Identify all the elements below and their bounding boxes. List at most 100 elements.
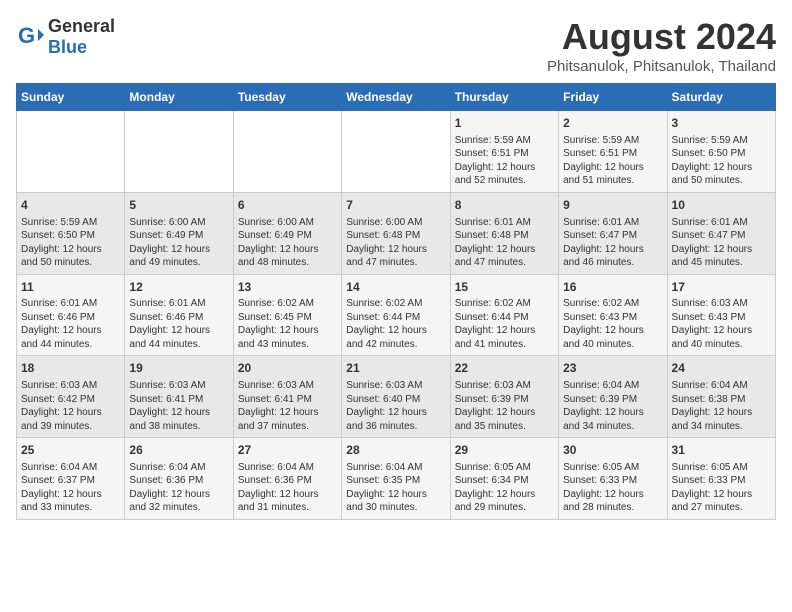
cell-content: Sunrise: 6:03 AM Sunset: 6:40 PM Dayligh… bbox=[346, 379, 445, 433]
calendar-cell: 17Sunrise: 6:03 AM Sunset: 6:43 PM Dayli… bbox=[667, 274, 775, 356]
cell-content: Sunrise: 5:59 AM Sunset: 6:50 PM Dayligh… bbox=[672, 134, 771, 188]
day-number: 20 bbox=[238, 360, 337, 377]
day-number: 19 bbox=[129, 360, 228, 377]
cell-content: Sunrise: 6:04 AM Sunset: 6:37 PM Dayligh… bbox=[21, 461, 120, 515]
calendar-cell: 24Sunrise: 6:04 AM Sunset: 6:38 PM Dayli… bbox=[667, 356, 775, 438]
cell-content: Sunrise: 6:03 AM Sunset: 6:41 PM Dayligh… bbox=[238, 379, 337, 433]
day-number: 26 bbox=[129, 442, 228, 459]
calendar-row-3: 18Sunrise: 6:03 AM Sunset: 6:42 PM Dayli… bbox=[17, 356, 776, 438]
title-area: August 2024 Phitsanulok, Phitsanulok, Th… bbox=[547, 16, 776, 75]
calendar-row-2: 11Sunrise: 6:01 AM Sunset: 6:46 PM Dayli… bbox=[17, 274, 776, 356]
calendar-cell: 30 Sunrise: 6:05 AM Sunset: 6:33 PM Dayli… bbox=[559, 438, 667, 520]
calendar-cell: 18Sunrise: 6:03 AM Sunset: 6:42 PM Dayli… bbox=[17, 356, 125, 438]
day-number: 13 bbox=[238, 279, 337, 296]
calendar-cell: 13Sunrise: 6:02 AM Sunset: 6:45 PM Dayli… bbox=[233, 274, 341, 356]
calendar-header-row: SundayMondayTuesdayWednesdayThursdayFrid… bbox=[17, 84, 776, 111]
cell-content: Sunrise: 6:05 AM Sunset: 6:33 PM Dayligh… bbox=[672, 461, 771, 515]
calendar-cell: 1 Sunrise: 5:59 AM Sunset: 6:51 PM Daylig… bbox=[450, 111, 558, 193]
column-header-monday: Monday bbox=[125, 84, 233, 111]
svg-text:G: G bbox=[18, 23, 35, 48]
calendar-cell: 2 Sunrise: 5:59 AM Sunset: 6:51 PM Daylig… bbox=[559, 111, 667, 193]
logo-text-general: General bbox=[48, 16, 115, 36]
day-number: 23 bbox=[563, 360, 662, 377]
calendar-row-4: 25 Sunrise: 6:04 AM Sunset: 6:37 PM Dayli… bbox=[17, 438, 776, 520]
column-header-friday: Friday bbox=[559, 84, 667, 111]
calendar-cell bbox=[17, 111, 125, 193]
cell-content: Sunrise: 5:59 AM Sunset: 6:51 PM Dayligh… bbox=[563, 134, 662, 188]
day-number: 30 bbox=[563, 442, 662, 459]
cell-content: Sunrise: 6:04 AM Sunset: 6:36 PM Dayligh… bbox=[238, 461, 337, 515]
day-number: 14 bbox=[346, 279, 445, 296]
calendar-cell: 3 Sunrise: 5:59 AM Sunset: 6:50 PM Daylig… bbox=[667, 111, 775, 193]
calendar-cell bbox=[233, 111, 341, 193]
calendar-cell: 9 Sunrise: 6:01 AM Sunset: 6:47 PM Daylig… bbox=[559, 192, 667, 274]
cell-content: Sunrise: 6:01 AM Sunset: 6:47 PM Dayligh… bbox=[672, 216, 771, 270]
calendar-cell: 21Sunrise: 6:03 AM Sunset: 6:40 PM Dayli… bbox=[342, 356, 450, 438]
calendar-cell: 19 Sunrise: 6:03 AM Sunset: 6:41 PM Dayli… bbox=[125, 356, 233, 438]
column-header-thursday: Thursday bbox=[450, 84, 558, 111]
cell-content: Sunrise: 5:59 AM Sunset: 6:51 PM Dayligh… bbox=[455, 134, 554, 188]
cell-content: Sunrise: 6:02 AM Sunset: 6:45 PM Dayligh… bbox=[238, 297, 337, 351]
logo-icon: G bbox=[16, 23, 44, 51]
day-number: 9 bbox=[563, 197, 662, 214]
calendar-cell: 12Sunrise: 6:01 AM Sunset: 6:46 PM Dayli… bbox=[125, 274, 233, 356]
cell-content: Sunrise: 6:00 AM Sunset: 6:49 PM Dayligh… bbox=[129, 216, 228, 270]
calendar-cell: 28Sunrise: 6:04 AM Sunset: 6:35 PM Dayli… bbox=[342, 438, 450, 520]
calendar-cell: 26 Sunrise: 6:04 AM Sunset: 6:36 PM Dayli… bbox=[125, 438, 233, 520]
calendar-row-1: 4Sunrise: 5:59 AM Sunset: 6:50 PM Daylig… bbox=[17, 192, 776, 274]
calendar-cell: 14Sunrise: 6:02 AM Sunset: 6:44 PM Dayli… bbox=[342, 274, 450, 356]
subtitle: Phitsanulok, Phitsanulok, Thailand bbox=[547, 58, 776, 75]
calendar-cell: 27 Sunrise: 6:04 AM Sunset: 6:36 PM Dayli… bbox=[233, 438, 341, 520]
calendar-cell: 5 Sunrise: 6:00 AM Sunset: 6:49 PM Daylig… bbox=[125, 192, 233, 274]
cell-content: Sunrise: 6:04 AM Sunset: 6:36 PM Dayligh… bbox=[129, 461, 228, 515]
day-number: 8 bbox=[455, 197, 554, 214]
calendar-cell bbox=[342, 111, 450, 193]
cell-content: Sunrise: 6:05 AM Sunset: 6:34 PM Dayligh… bbox=[455, 461, 554, 515]
column-header-wednesday: Wednesday bbox=[342, 84, 450, 111]
day-number: 22 bbox=[455, 360, 554, 377]
day-number: 1 bbox=[455, 115, 554, 132]
day-number: 29 bbox=[455, 442, 554, 459]
day-number: 17 bbox=[672, 279, 771, 296]
calendar-cell: 29 Sunrise: 6:05 AM Sunset: 6:34 PM Dayli… bbox=[450, 438, 558, 520]
cell-content: Sunrise: 6:03 AM Sunset: 6:41 PM Dayligh… bbox=[129, 379, 228, 433]
calendar-cell: 16Sunrise: 6:02 AM Sunset: 6:43 PM Dayli… bbox=[559, 274, 667, 356]
calendar-cell: 7 Sunrise: 6:00 AM Sunset: 6:48 PM Daylig… bbox=[342, 192, 450, 274]
cell-content: Sunrise: 6:00 AM Sunset: 6:49 PM Dayligh… bbox=[238, 216, 337, 270]
day-number: 25 bbox=[21, 442, 120, 459]
main-title: August 2024 bbox=[547, 16, 776, 58]
calendar-table: SundayMondayTuesdayWednesdayThursdayFrid… bbox=[16, 83, 776, 520]
calendar-cell: 4Sunrise: 5:59 AM Sunset: 6:50 PM Daylig… bbox=[17, 192, 125, 274]
day-number: 4 bbox=[21, 197, 120, 214]
day-number: 10 bbox=[672, 197, 771, 214]
calendar-cell: 6 Sunrise: 6:00 AM Sunset: 6:49 PM Daylig… bbox=[233, 192, 341, 274]
day-number: 6 bbox=[238, 197, 337, 214]
day-number: 12 bbox=[129, 279, 228, 296]
calendar-cell: 10 Sunrise: 6:01 AM Sunset: 6:47 PM Dayli… bbox=[667, 192, 775, 274]
day-number: 11 bbox=[21, 279, 120, 296]
logo-text-blue: Blue bbox=[48, 37, 87, 57]
cell-content: Sunrise: 6:03 AM Sunset: 6:39 PM Dayligh… bbox=[455, 379, 554, 433]
day-number: 28 bbox=[346, 442, 445, 459]
day-number: 2 bbox=[563, 115, 662, 132]
cell-content: Sunrise: 6:02 AM Sunset: 6:44 PM Dayligh… bbox=[455, 297, 554, 351]
calendar-cell: 22 Sunrise: 6:03 AM Sunset: 6:39 PM Dayli… bbox=[450, 356, 558, 438]
cell-content: Sunrise: 6:02 AM Sunset: 6:43 PM Dayligh… bbox=[563, 297, 662, 351]
cell-content: Sunrise: 6:01 AM Sunset: 6:46 PM Dayligh… bbox=[21, 297, 120, 351]
cell-content: Sunrise: 6:01 AM Sunset: 6:47 PM Dayligh… bbox=[563, 216, 662, 270]
day-number: 27 bbox=[238, 442, 337, 459]
cell-content: Sunrise: 6:03 AM Sunset: 6:42 PM Dayligh… bbox=[21, 379, 120, 433]
calendar-cell: 25 Sunrise: 6:04 AM Sunset: 6:37 PM Dayli… bbox=[17, 438, 125, 520]
column-header-tuesday: Tuesday bbox=[233, 84, 341, 111]
cell-content: Sunrise: 6:02 AM Sunset: 6:44 PM Dayligh… bbox=[346, 297, 445, 351]
day-number: 7 bbox=[346, 197, 445, 214]
column-header-sunday: Sunday bbox=[17, 84, 125, 111]
cell-content: Sunrise: 6:05 AM Sunset: 6:33 PM Dayligh… bbox=[563, 461, 662, 515]
cell-content: Sunrise: 6:00 AM Sunset: 6:48 PM Dayligh… bbox=[346, 216, 445, 270]
calendar-row-0: 1 Sunrise: 5:59 AM Sunset: 6:51 PM Daylig… bbox=[17, 111, 776, 193]
cell-content: Sunrise: 6:04 AM Sunset: 6:39 PM Dayligh… bbox=[563, 379, 662, 433]
day-number: 3 bbox=[672, 115, 771, 132]
cell-content: Sunrise: 6:01 AM Sunset: 6:46 PM Dayligh… bbox=[129, 297, 228, 351]
cell-content: Sunrise: 6:01 AM Sunset: 6:48 PM Dayligh… bbox=[455, 216, 554, 270]
day-number: 5 bbox=[129, 197, 228, 214]
